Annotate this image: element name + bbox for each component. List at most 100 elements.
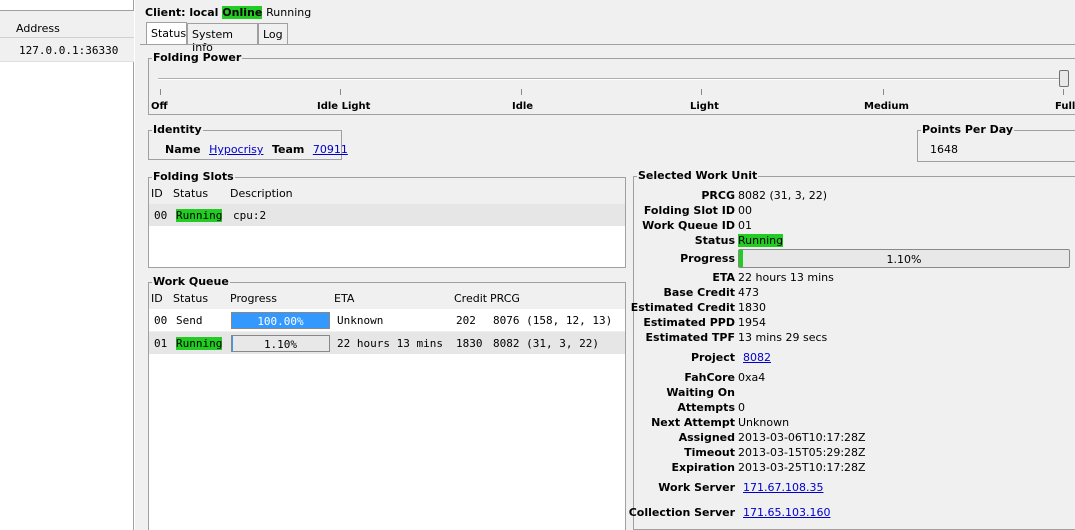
wu-est-credit: 1830 [738,301,766,314]
queue-col-credit[interactable]: Credit [454,292,487,305]
queue-col-id[interactable]: ID [151,292,163,305]
wu-est-ppd: 1954 [738,316,766,329]
power-tick [1063,89,1064,95]
wu-label: Estimated Credit [630,301,735,314]
power-tick [701,89,702,95]
tab-status[interactable]: Status [146,22,187,44]
wu-project-link[interactable]: 8082 [743,351,771,364]
ppd-title: Points Per Day [921,123,1015,136]
running-status: Running [266,6,312,19]
table-row[interactable]: 01 Running 1.10% 22 hours 13 mins 1830 8… [149,332,625,354]
wu-project-row: Project 8082 [636,351,1075,366]
address-column-header[interactable]: Address [0,11,134,38]
queue-progress-bar: 1.10% [231,335,330,352]
tab-divider [140,44,1075,45]
tab-system-info[interactable]: System Info [187,23,258,54]
tab-label: Log [263,28,283,41]
wu-label: Attempts [677,401,735,414]
table-row[interactable]: 00 Running cpu:2 [149,204,625,226]
wu-label: Status [694,234,735,247]
wu-label: Assigned [678,431,735,444]
wu-queue: 01 [738,219,752,232]
power-tick [883,89,884,95]
wu-label: PRCG [701,189,735,202]
wu-label: FahCore [684,371,735,384]
slot-description: cpu:2 [233,209,267,222]
power-tick [521,89,522,95]
wu-label: Timeout [684,446,735,459]
identity-row: Name Hypocrisy Team 70911 [165,143,348,156]
queue-col-progress[interactable]: Progress [230,292,277,305]
wu-status-badge: Running [738,234,784,247]
client-title: Client: local [145,6,219,19]
wu-base-credit: 473 [738,286,759,299]
power-tick-label: Full [1055,101,1075,112]
queue-col-prcg[interactable]: PRCG [490,292,520,305]
wu-status-row: Status Running [636,234,1075,249]
wu-waiting-row: Waiting On [636,386,1075,401]
queue-credit: 202 [456,314,476,327]
wu-label: Base Credit [663,286,735,299]
client-row[interactable]: 127.0.0.1:36330 [0,38,134,62]
selected-work-unit-title: Selected Work Unit [637,169,759,182]
wu-label: Folding Slot ID [643,204,735,217]
power-tick [340,89,341,95]
power-tick-label: Idle [512,101,534,112]
client-header: Client: local Online Running [145,6,311,19]
power-tick-label: Off [151,101,168,112]
slots-col-description[interactable]: Description [230,187,293,200]
wu-prcg-row: PRCG 8082 (31, 3, 22) [636,189,1075,204]
wu-next-attempt: Unknown [738,416,790,429]
slot-id: 00 [154,209,168,222]
queue-eta: 22 hours 13 mins [337,337,443,350]
power-tick-label: Medium [864,101,909,112]
wu-expiration-row: Expiration 2013-03-25T10:17:28Z [636,461,1075,476]
online-badge: Online [222,6,263,19]
power-slider-thumb[interactable] [1059,70,1069,87]
wu-est-tpf-row: Estimated TPF 13 mins 29 secs [636,331,1075,346]
table-row[interactable]: 00 Send 100.00% Unknown 202 8076 (158, 1… [149,309,625,331]
progress-text: 1.10% [886,253,922,266]
wu-label: Collection Server [628,506,735,519]
queue-col-eta[interactable]: ETA [334,292,354,305]
wu-base-credit-row: Base Credit 473 [636,286,1075,301]
wu-label: Progress [680,252,735,265]
wu-progress-bar: 1.10% [738,249,1070,268]
wu-attempts: 0 [738,401,745,414]
wu-label: Estimated TPF [645,331,735,344]
wu-collection-server-link[interactable]: 171.65.103.160 [743,506,830,519]
queue-col-status[interactable]: Status [173,292,208,305]
power-tick-label: Light [690,101,719,112]
wu-collection-server-row: Collection Server 171.65.103.160 [629,506,1075,521]
progress-text: 1.10% [263,338,298,351]
wu-fahcore-row: FahCore 0xa4 [636,371,1075,386]
queue-status: Send [176,314,203,327]
wu-label: Next Attempt [651,416,735,429]
team-link[interactable]: 70911 [313,143,348,156]
wu-queue-row: Work Queue ID 01 [636,219,1075,234]
wu-work-server-link[interactable]: 171.67.108.35 [743,481,823,494]
name-link[interactable]: Hypocrisy [209,143,263,156]
progress-text: 100.00% [257,315,304,328]
wu-label: Waiting On [666,386,735,399]
team-label: Team [271,143,305,156]
tab-log[interactable]: Log [258,23,288,44]
wu-est-ppd-row: Estimated PPD 1954 [636,316,1075,331]
slot-status-badge: Running [176,209,223,222]
wu-est-tpf: 13 mins 29 secs [738,331,828,344]
power-slider-track[interactable] [158,78,1068,80]
slots-col-status[interactable]: Status [173,187,208,200]
folding-power-title: Folding Power [152,51,243,64]
queue-prcg: 8076 (158, 12, 13) [493,314,613,327]
wu-slot: 00 [738,204,752,217]
wu-est-credit-row: Estimated Credit 1830 [631,301,1075,316]
queue-id: 01 [154,337,168,350]
slots-col-id[interactable]: ID [151,187,163,200]
wu-fahcore: 0xa4 [738,371,766,384]
folding-power-group: Folding Power [148,51,1075,115]
wu-label: Project [690,351,735,364]
wu-timeout: 2013-03-15T05:29:28Z [738,446,866,459]
queue-credit: 1830 [456,337,483,350]
address-header-label: Address [16,22,60,35]
wu-eta-row: ETA 22 hours 13 mins [636,271,1075,286]
